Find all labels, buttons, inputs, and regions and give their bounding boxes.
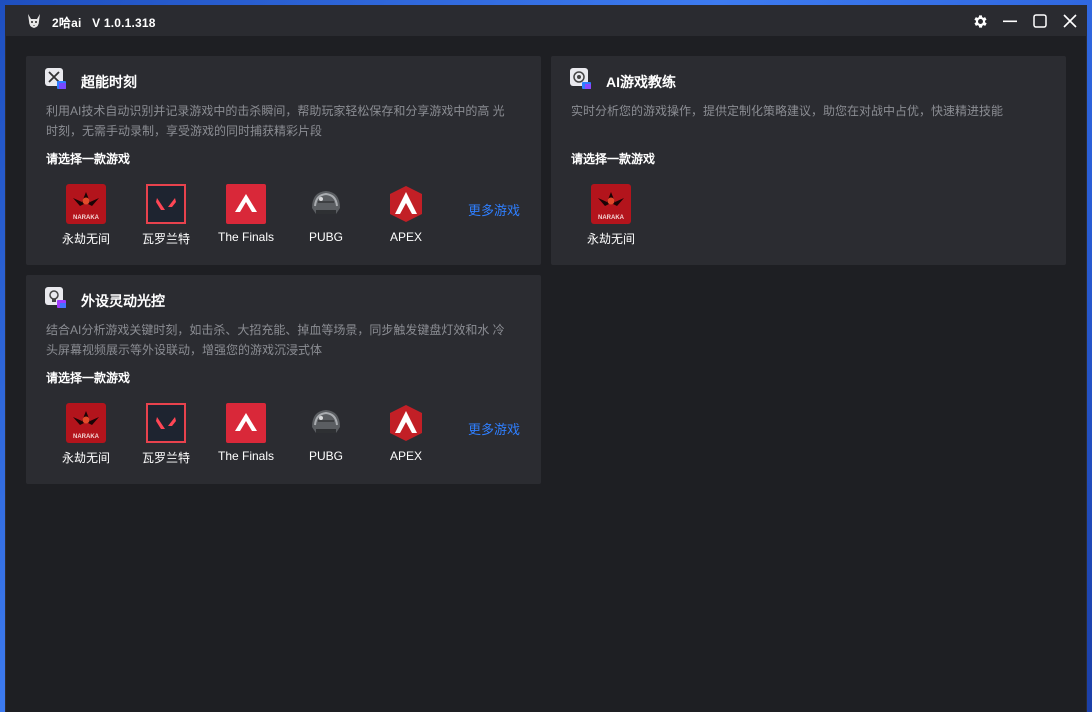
card-ai-coach: AI游戏教练 实时分析您的游戏操作，提供定制化策略建议，助您在对战中占优，快速精… bbox=[551, 56, 1066, 265]
description-line: 头屏幕视频展示等外设联动，增强您的游戏沉浸式体 bbox=[46, 343, 323, 357]
app-name: 2哈ai bbox=[52, 16, 82, 30]
game-name: 永劫无间 bbox=[61, 232, 110, 246]
description-line: 结合AI分析游戏关键时刻，如击杀、大招充能、掉血等场景，同步触发键盘灯效和水 冷 bbox=[46, 323, 505, 337]
game-name: PUBG bbox=[308, 449, 343, 463]
the-finals-icon bbox=[226, 184, 266, 224]
card-peripheral-lighting: 外设灵动光控 结合AI分析游戏关键时刻，如击杀、大招充能、掉血等场景，同步触发键… bbox=[26, 275, 541, 484]
game-list: NARAKA 永劫无间 瓦罗兰特 The Finals PUBG APEX bbox=[46, 403, 526, 473]
naraka-logo-text: NARAKA bbox=[73, 434, 100, 440]
card-title: 外设灵动光控 bbox=[81, 293, 165, 309]
highlight-clip-icon bbox=[45, 68, 66, 89]
select-game-label: 请选择一款游戏 bbox=[46, 152, 131, 166]
card-title: AI游戏教练 bbox=[606, 74, 676, 90]
naraka-logo-text: NARAKA bbox=[598, 215, 625, 221]
description-line: 时刻，无需手动录制，享受游戏的同时捕获精彩片段 bbox=[46, 124, 323, 138]
game-name: APEX bbox=[389, 449, 422, 463]
game-pubg[interactable]: PUBG bbox=[286, 403, 366, 473]
naraka-icon: NARAKA bbox=[66, 403, 106, 443]
game-naraka[interactable]: NARAKA 永劫无间 bbox=[46, 403, 126, 473]
game-naraka[interactable]: NARAKA 永劫无间 bbox=[46, 184, 126, 254]
app-version: V 1.0.1.318 bbox=[92, 16, 156, 30]
select-game-label: 请选择一款游戏 bbox=[571, 152, 656, 166]
the-finals-icon bbox=[226, 403, 266, 443]
game-apex[interactable]: APEX bbox=[366, 403, 446, 473]
game-valorant[interactable]: 瓦罗兰特 bbox=[126, 403, 206, 473]
game-pubg[interactable]: PUBG bbox=[286, 184, 366, 254]
card-description: 实时分析您的游戏操作，提供定制化策略建议，助您在对战中占优，快速精进技能 bbox=[571, 101, 1003, 121]
card-highlight-moment: 超能时刻 利用AI技术自动识别并记录游戏中的击杀瞬间，帮助玩家轻松保存和分享游戏… bbox=[26, 56, 541, 265]
ai-coach-icon bbox=[570, 68, 591, 89]
husky-logo-icon bbox=[28, 14, 40, 28]
valorant-icon bbox=[146, 184, 186, 224]
game-list: NARAKA 永劫无间 bbox=[571, 184, 671, 254]
maximize-icon bbox=[1033, 14, 1047, 28]
app-window: 2哈ai V 1.0.1.318 超能时刻 利用AI技术自动识别并记录游戏中的击 bbox=[6, 6, 1086, 712]
valorant-icon bbox=[146, 403, 186, 443]
description-line: 实时分析您的游戏操作，提供定制化策略建议，助您在对战中占优，快速精进技能 bbox=[571, 104, 1004, 118]
lightbulb-icon bbox=[45, 287, 66, 308]
apex-icon bbox=[390, 405, 422, 441]
maximize-button[interactable] bbox=[1030, 11, 1050, 31]
game-the-finals[interactable]: The Finals bbox=[206, 403, 286, 473]
card-description: 利用AI技术自动识别并记录游戏中的击杀瞬间，帮助玩家轻松保存和分享游戏中的高 光… bbox=[46, 101, 505, 141]
minimize-icon bbox=[1003, 20, 1017, 23]
pubg-helmet-icon bbox=[312, 191, 340, 214]
gear-icon bbox=[973, 14, 987, 28]
app-title: 2哈ai V 1.0.1.318 bbox=[52, 14, 156, 31]
close-icon bbox=[1063, 14, 1077, 28]
description-line: 利用AI技术自动识别并记录游戏中的击杀瞬间，帮助玩家轻松保存和分享游戏中的高 光 bbox=[46, 104, 505, 118]
game-naraka[interactable]: NARAKA 永劫无间 bbox=[571, 184, 651, 254]
apex-icon bbox=[390, 186, 422, 222]
minimize-button[interactable] bbox=[1000, 11, 1020, 31]
game-name: 永劫无间 bbox=[61, 451, 110, 465]
title-bar[interactable]: 2哈ai V 1.0.1.318 bbox=[6, 6, 1086, 36]
game-name: PUBG bbox=[308, 230, 343, 244]
game-name: 瓦罗兰特 bbox=[141, 451, 190, 465]
game-name: The Finals bbox=[217, 449, 275, 463]
game-apex[interactable]: APEX bbox=[366, 184, 446, 254]
select-game-label: 请选择一款游戏 bbox=[46, 371, 131, 385]
card-title: 超能时刻 bbox=[81, 74, 137, 90]
game-name: 瓦罗兰特 bbox=[141, 232, 190, 246]
card-description: 结合AI分析游戏关键时刻，如击杀、大招充能、掉血等场景，同步触发键盘灯效和水 冷… bbox=[46, 320, 505, 360]
game-list: NARAKA 永劫无间 瓦罗兰特 The Finals PUBG APEX bbox=[46, 184, 526, 254]
close-button[interactable] bbox=[1060, 11, 1080, 31]
naraka-icon: NARAKA bbox=[591, 184, 631, 224]
game-valorant[interactable]: 瓦罗兰特 bbox=[126, 184, 206, 254]
game-name: APEX bbox=[389, 230, 422, 244]
naraka-logo-text: NARAKA bbox=[73, 215, 100, 221]
game-the-finals[interactable]: The Finals bbox=[206, 184, 286, 254]
pubg-helmet-icon bbox=[312, 410, 340, 433]
naraka-icon: NARAKA bbox=[66, 184, 106, 224]
more-games-link[interactable]: 更多游戏 bbox=[468, 419, 520, 438]
game-name: 永劫无间 bbox=[586, 232, 635, 246]
settings-button[interactable] bbox=[970, 11, 990, 31]
game-name: The Finals bbox=[217, 230, 275, 244]
more-games-link[interactable]: 更多游戏 bbox=[468, 200, 520, 219]
